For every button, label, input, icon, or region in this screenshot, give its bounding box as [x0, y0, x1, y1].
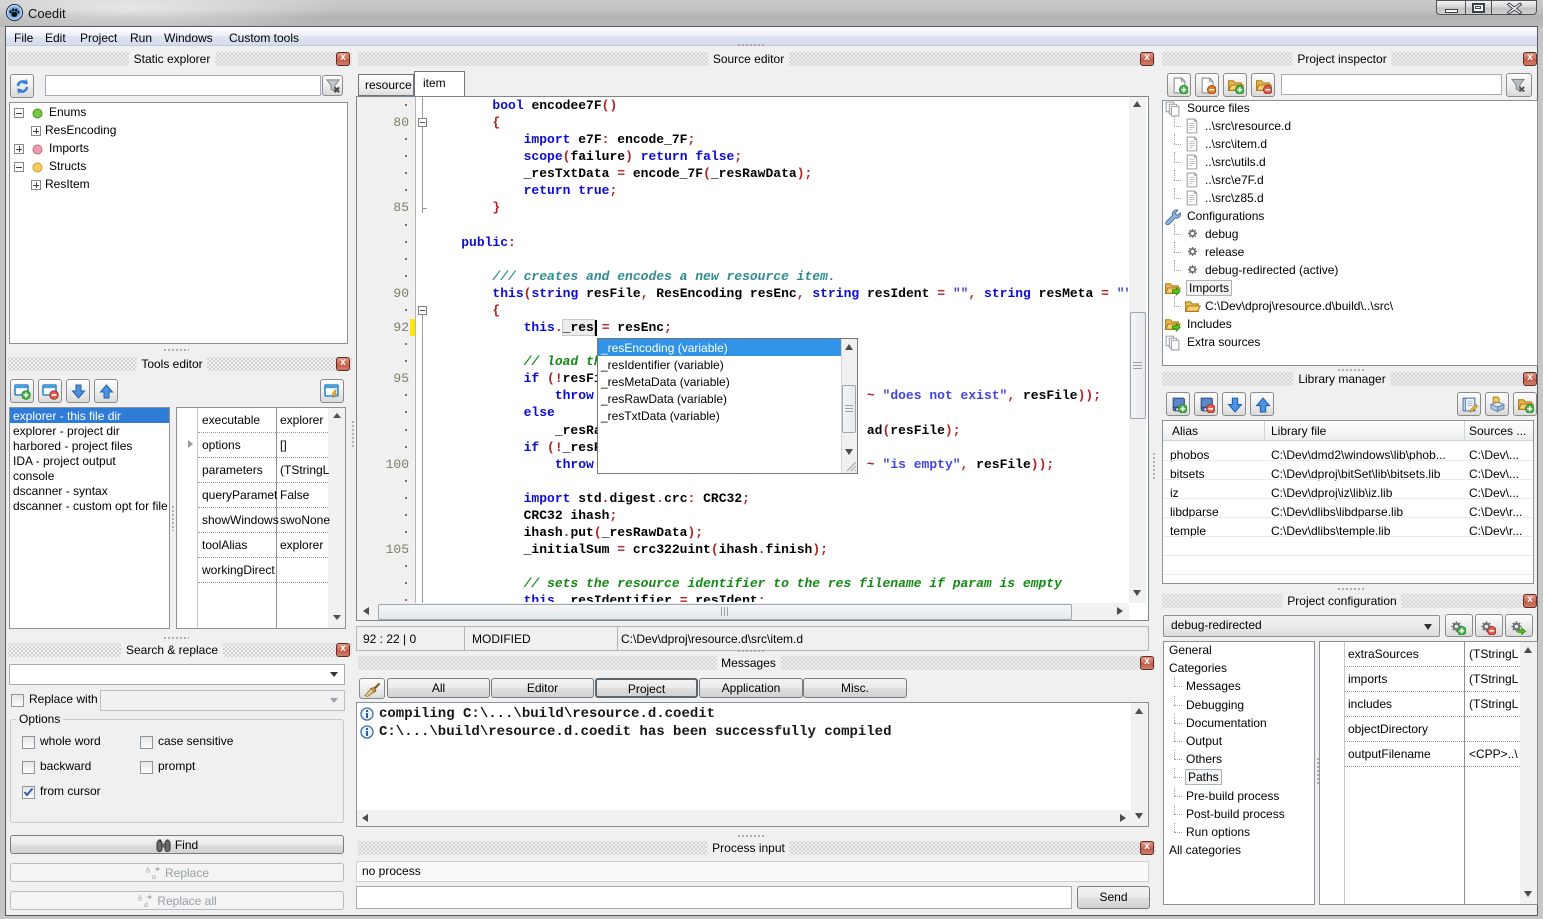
- svg-text:b: b: [138, 894, 142, 903]
- svg-text:b: b: [146, 866, 150, 875]
- svg-text:a: a: [144, 900, 148, 908]
- svg-text:a: a: [152, 872, 156, 880]
